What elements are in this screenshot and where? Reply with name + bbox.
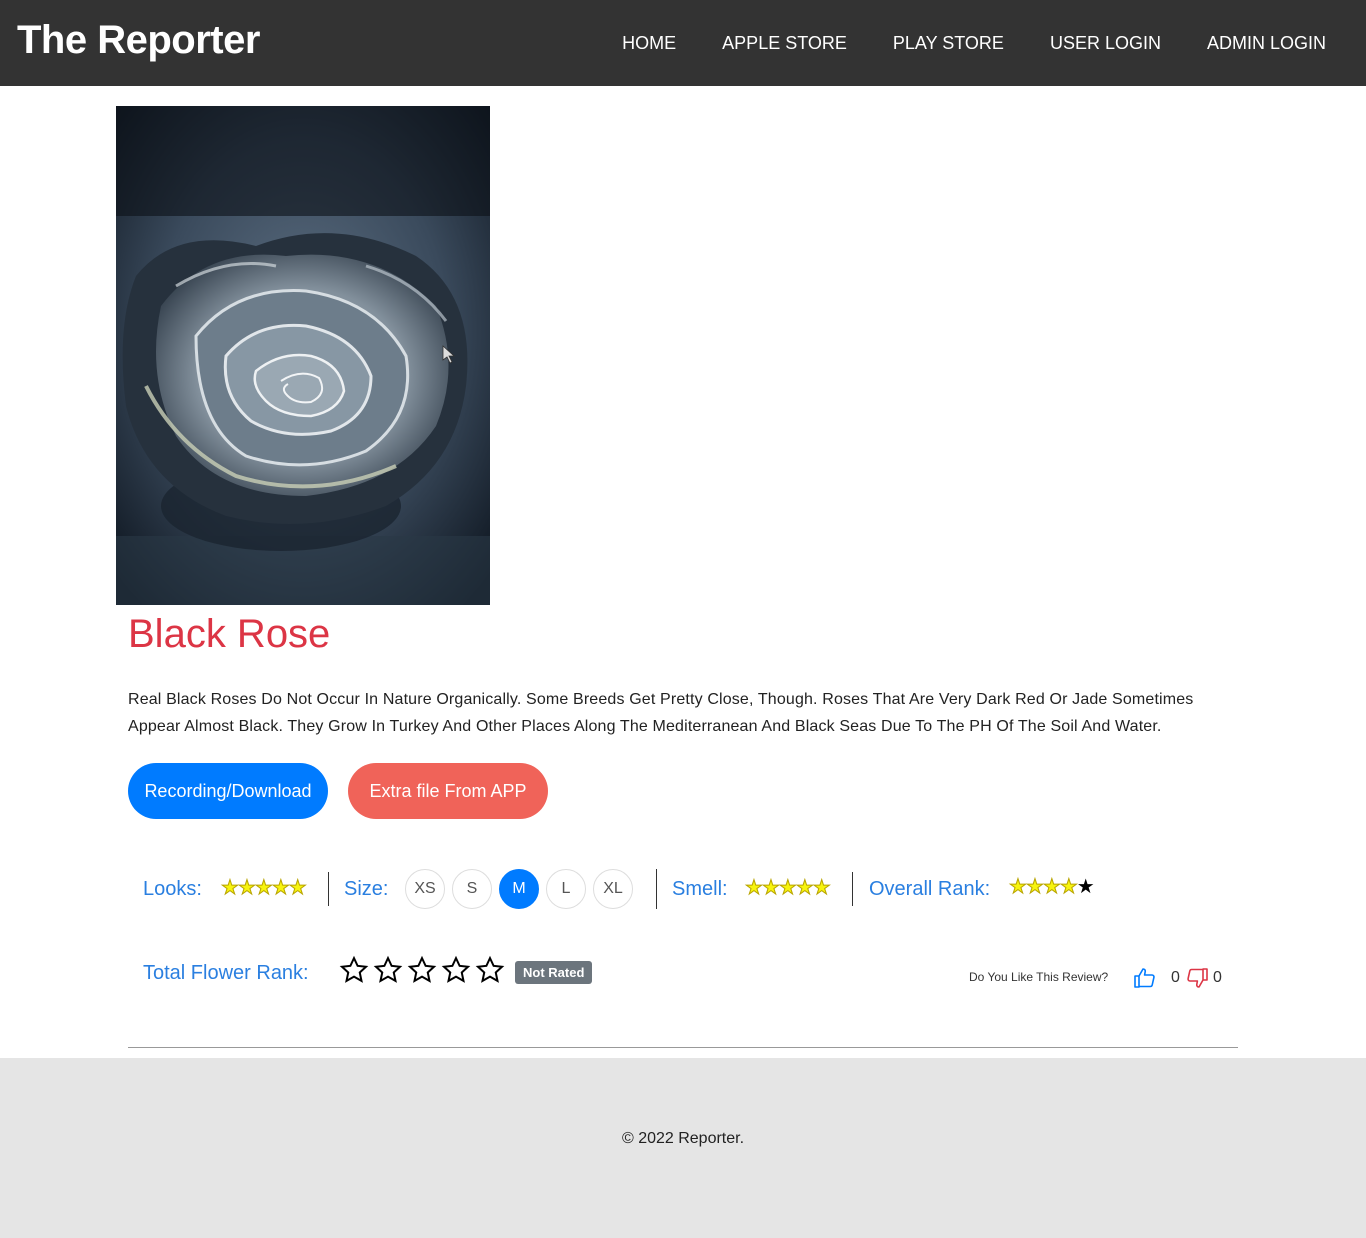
like-question: Do You Like This Review?: [969, 970, 1109, 984]
overall-rank-label: Overall Rank:: [869, 878, 991, 900]
star-outline-icon[interactable]: [373, 955, 403, 985]
top-navbar: The Reporter HOME APPLE STORE PLAY STORE…: [0, 0, 1366, 86]
like-count: 0: [1171, 969, 1180, 986]
looks-stars: ★ ★ ★ ★ ★: [221, 877, 308, 899]
star-icon: ★: [745, 877, 764, 899]
recording-download-button[interactable]: Recording/Download: [128, 763, 328, 819]
star-icon: ★: [1025, 876, 1044, 898]
star-icon: ★: [271, 877, 290, 899]
thumbs-up-icon[interactable]: [1133, 966, 1157, 990]
size-option-m[interactable]: M: [499, 869, 539, 909]
not-rated-badge: Not Rated: [515, 961, 593, 984]
star-icon: ★: [795, 877, 814, 899]
total-rank-label: Total Flower Rank:: [143, 962, 309, 984]
star-outline-icon[interactable]: [475, 955, 505, 985]
looks-label: Looks:: [143, 878, 202, 900]
star-icon: ★: [1076, 876, 1095, 898]
star-icon: ★: [288, 877, 307, 899]
nav-user-login[interactable]: USER LOGIN: [1027, 33, 1184, 54]
star-icon: ★: [1009, 876, 1028, 898]
divider: [328, 872, 329, 906]
star-icon: ★: [778, 877, 797, 899]
dislike-count: 0: [1213, 969, 1222, 986]
smell-stars: ★ ★ ★ ★ ★: [745, 877, 832, 899]
size-selector: XS S M L XL: [405, 869, 640, 909]
nav-admin-login[interactable]: ADMIN LOGIN: [1184, 33, 1366, 54]
overall-rank-stars: ★ ★ ★ ★ ★: [1009, 876, 1095, 898]
divider: [128, 1047, 1238, 1048]
size-option-s[interactable]: S: [452, 869, 492, 909]
star-icon: ★: [1042, 876, 1061, 898]
product-title: Black Rose: [128, 612, 331, 656]
star-icon: ★: [761, 877, 780, 899]
star-icon: ★: [1059, 876, 1078, 898]
nav-home[interactable]: HOME: [599, 33, 699, 54]
star-outline-icon[interactable]: [441, 955, 471, 985]
extra-file-button[interactable]: Extra file From APP: [348, 763, 548, 819]
site-brand[interactable]: The Reporter: [17, 18, 260, 63]
total-rank-stars[interactable]: [339, 955, 509, 985]
size-label: Size:: [344, 878, 389, 900]
size-option-xl[interactable]: XL: [593, 869, 633, 909]
nav-apple-store[interactable]: APPLE STORE: [699, 33, 870, 54]
nav-play-store[interactable]: PLAY STORE: [870, 33, 1027, 54]
smell-label: Smell:: [672, 878, 728, 900]
size-option-l[interactable]: L: [546, 869, 586, 909]
nav-menu: HOME APPLE STORE PLAY STORE USER LOGIN A…: [599, 0, 1366, 86]
divider: [852, 872, 853, 906]
copyright-text: © 2022 Reporter.: [621, 1130, 745, 1147]
footer: © 2022 Reporter.: [0, 1058, 1366, 1238]
star-icon: ★: [237, 877, 256, 899]
star-icon: ★: [221, 877, 240, 899]
divider: [656, 869, 657, 909]
star-outline-icon[interactable]: [339, 955, 369, 985]
star-icon: ★: [812, 877, 831, 899]
size-option-xs[interactable]: XS: [405, 869, 445, 909]
product-description: Real Black Roses Do Not Occur In Nature …: [128, 691, 1194, 735]
thumbs-down-icon[interactable]: [1185, 966, 1209, 990]
star-outline-icon[interactable]: [407, 955, 437, 985]
star-icon: ★: [254, 877, 273, 899]
black-rose-photo: [116, 106, 490, 605]
